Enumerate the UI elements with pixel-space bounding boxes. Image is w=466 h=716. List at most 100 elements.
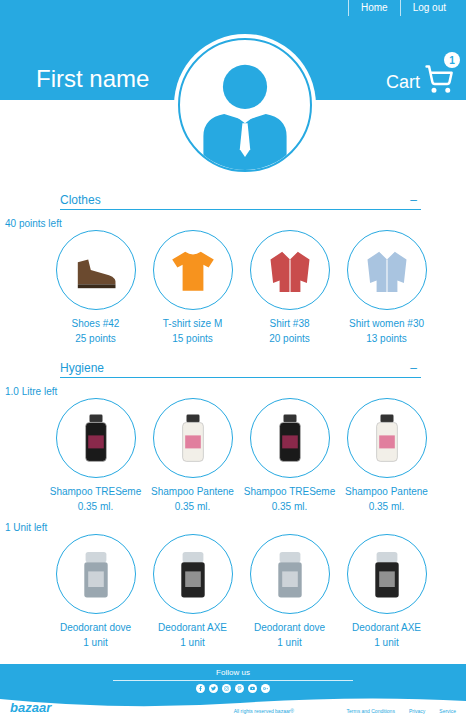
social-icon <box>250 686 255 691</box>
user-name: First name <box>36 64 149 94</box>
deodorant-icon <box>70 548 122 600</box>
product-name: Shampoo TRESeme <box>244 484 336 499</box>
product-amount: 0.35 ml. <box>175 499 211 514</box>
user-avatar-icon <box>180 40 310 170</box>
product-card[interactable]: Shampoo TRESeme0.35 ml. <box>47 398 144 514</box>
item-group: 1 Unit leftDeodorant dove1 unitDeodorant… <box>0 522 466 650</box>
item-row: Deodorant dove1 unitDeodorant AXE1 unitD… <box>47 534 435 650</box>
social-icon <box>224 686 229 691</box>
footer-wave-icon <box>0 695 466 716</box>
social-link[interactable] <box>196 684 205 693</box>
product-name: Deodorant AXE <box>352 620 421 635</box>
section-header[interactable]: Clothes – <box>60 192 421 210</box>
bazaar-logo[interactable]: bazaar <box>10 701 51 715</box>
follow-label: Follow us <box>216 668 250 678</box>
cart-button[interactable]: 1 <box>424 64 454 94</box>
page: HomeLog outFirst nameCart1Clothes–40 poi… <box>0 0 466 716</box>
product-name: Shirt women #30 <box>349 316 424 331</box>
product-amount: 0.35 ml. <box>78 499 114 514</box>
item-group: 1.0 Litre leftShampoo TRESeme0.35 ml.Sha… <box>0 386 466 514</box>
social-link[interactable] <box>261 684 270 693</box>
follow-block: Follow us <box>0 664 466 693</box>
product-name: Shampoo Pantene <box>151 484 234 499</box>
footer-divider <box>113 680 353 681</box>
footer-link[interactable]: Privacy <box>409 708 425 715</box>
deodorant-icon <box>361 548 413 600</box>
product-card[interactable]: Shirt #3820 points <box>241 230 338 346</box>
product-card[interactable]: Shampoo Pantene0.35 ml. <box>338 398 435 514</box>
item-row: Shoes #4225 pointsT-shirt size M15 point… <box>47 230 435 346</box>
product-amount: 13 points <box>366 331 407 346</box>
product-image <box>347 230 427 310</box>
category-section: Clothes–40 points leftShoes #4225 points… <box>0 192 466 346</box>
remaining-label: 1 Unit left <box>0 522 466 534</box>
collapse-toggle[interactable]: – <box>410 360 421 376</box>
section-title: Clothes <box>60 192 101 208</box>
product-amount: 1 unit <box>277 635 301 650</box>
cart-badge: 1 <box>444 52 460 68</box>
product-name: Deodorant dove <box>60 620 131 635</box>
remaining-label: 40 points left <box>0 218 466 230</box>
nav-link[interactable]: Log out <box>400 0 458 16</box>
bottle-icon <box>264 412 316 464</box>
product-image <box>250 534 330 614</box>
nav-link[interactable]: Home <box>348 0 400 16</box>
cart-label: Cart <box>386 70 420 94</box>
catalog: Clothes–40 points leftShoes #4225 points… <box>0 100 466 664</box>
product-amount: 1 unit <box>180 635 204 650</box>
product-card[interactable]: T-shirt size M15 points <box>144 230 241 346</box>
product-card[interactable]: Deodorant AXE1 unit <box>144 534 241 650</box>
product-card[interactable]: Shampoo Pantene0.35 ml. <box>144 398 241 514</box>
product-card[interactable]: Shoes #4225 points <box>47 230 144 346</box>
product-image <box>347 534 427 614</box>
shirt-icon <box>264 244 316 296</box>
product-name: Deodorant AXE <box>158 620 227 635</box>
bottle-icon <box>70 412 122 464</box>
bottle-icon <box>361 412 413 464</box>
product-amount: 20 points <box>269 331 310 346</box>
footer: Follow usbazaarAll rights reserved bazaa… <box>0 664 466 716</box>
social-link[interactable] <box>209 684 218 693</box>
tshirt-icon <box>167 244 219 296</box>
footer-links: Terms and Conditions Privacy Service <box>347 708 456 715</box>
product-card[interactable]: Deodorant AXE1 unit <box>338 534 435 650</box>
product-image <box>56 230 136 310</box>
product-name: Shirt #38 <box>269 316 309 331</box>
social-icon <box>211 686 216 691</box>
cart[interactable]: Cart1 <box>386 64 454 94</box>
item-group: 40 points leftShoes #4225 pointsT-shirt … <box>0 218 466 346</box>
cart-icon <box>424 64 454 94</box>
social-icon <box>263 686 268 691</box>
shirt-icon <box>361 244 413 296</box>
top-nav: HomeLog out <box>0 0 466 16</box>
social-link[interactable] <box>222 684 231 693</box>
footer-link[interactable]: Terms and Conditions <box>347 708 395 715</box>
product-image <box>250 398 330 478</box>
product-amount: 25 points <box>75 331 116 346</box>
product-image <box>153 398 233 478</box>
product-card[interactable]: Shampoo TRESeme0.35 ml. <box>241 398 338 514</box>
product-card[interactable]: Deodorant dove1 unit <box>241 534 338 650</box>
social-links <box>196 684 270 693</box>
footer-link[interactable]: Service <box>439 708 456 715</box>
section-title: Hygiene <box>60 360 104 376</box>
social-link[interactable] <box>235 684 244 693</box>
shoe-icon <box>70 244 122 296</box>
product-card[interactable]: Deodorant dove1 unit <box>47 534 144 650</box>
social-icon <box>237 686 242 691</box>
social-link[interactable] <box>248 684 257 693</box>
product-image <box>250 230 330 310</box>
collapse-toggle[interactable]: – <box>410 192 421 208</box>
product-image <box>56 398 136 478</box>
product-name: Shoes #42 <box>72 316 120 331</box>
product-amount: 0.35 ml. <box>272 499 308 514</box>
product-image <box>56 534 136 614</box>
product-amount: 0.35 ml. <box>369 499 405 514</box>
product-image <box>153 230 233 310</box>
product-amount: 1 unit <box>374 635 398 650</box>
deodorant-icon <box>167 548 219 600</box>
section-header[interactable]: Hygiene – <box>60 360 421 378</box>
product-card[interactable]: Shirt women #3013 points <box>338 230 435 346</box>
social-icon <box>198 686 203 691</box>
product-name: Shampoo TRESeme <box>50 484 142 499</box>
